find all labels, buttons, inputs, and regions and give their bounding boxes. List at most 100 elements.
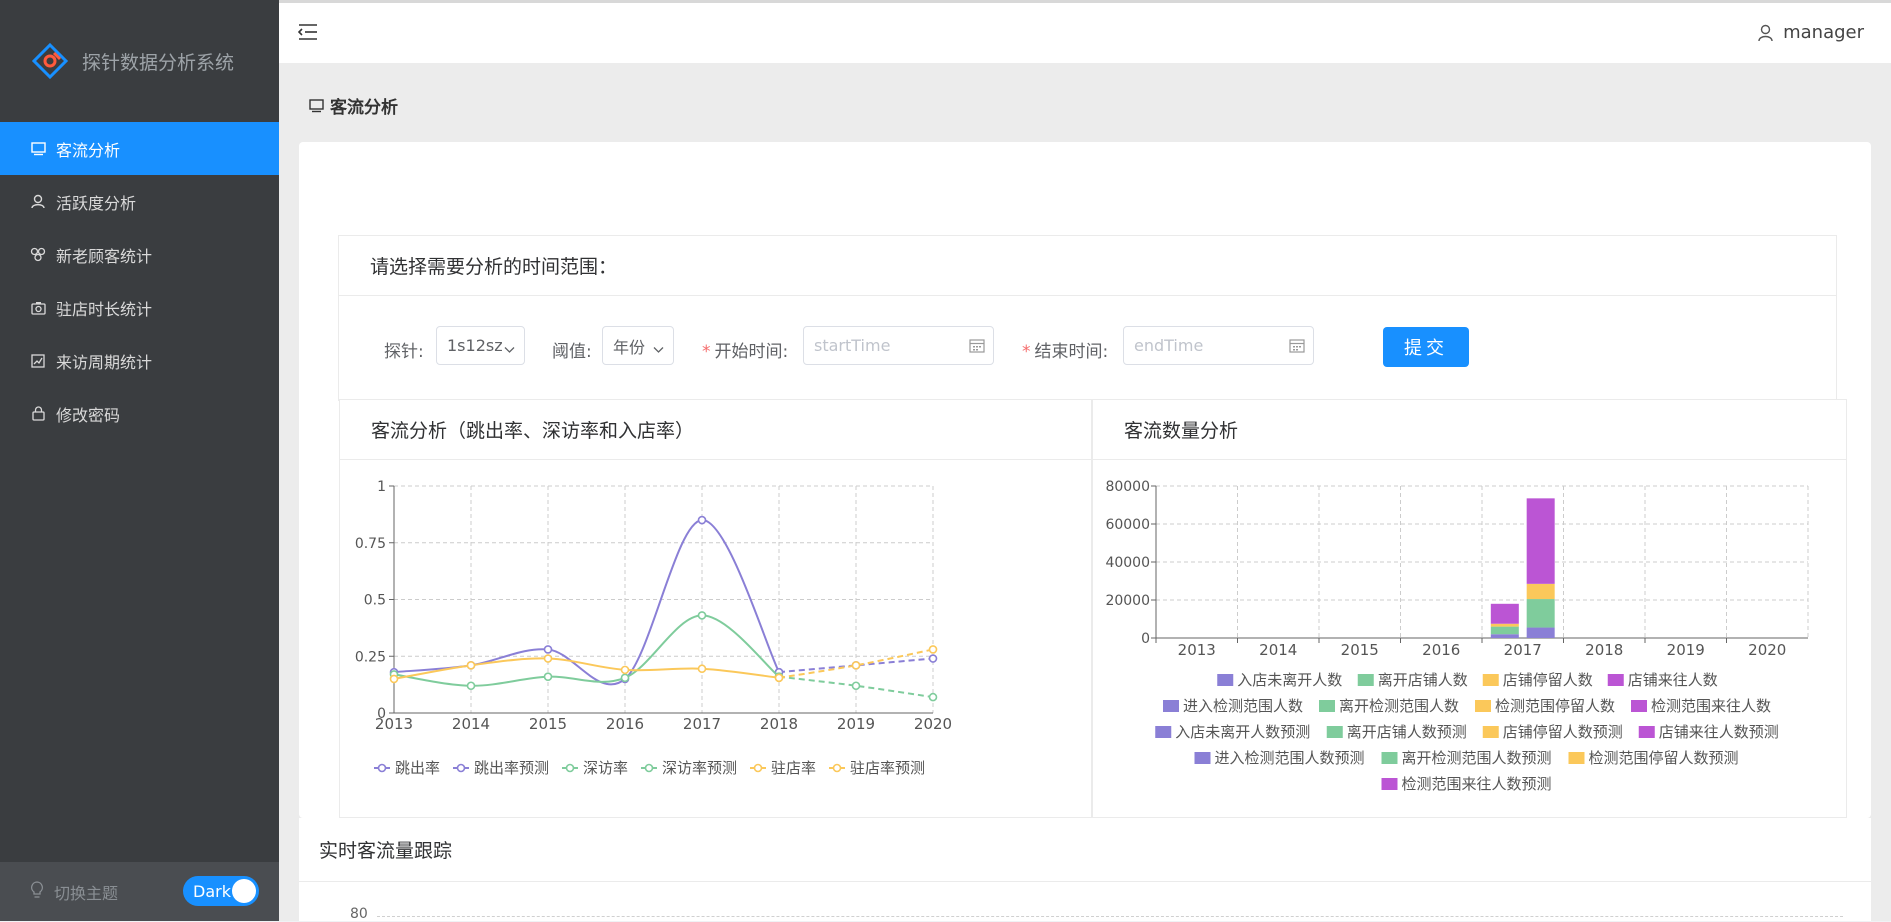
bar-segment — [1526, 498, 1555, 584]
bar-segment — [1526, 627, 1555, 638]
counts-chart-card: 客流数量分析 0 20000 40000 60000 80000 2013 2014 2015… — [1092, 399, 1847, 818]
legend-swatch — [1163, 700, 1179, 712]
legend-label: 深访率预测 — [662, 759, 737, 777]
legend-swatch — [1638, 726, 1655, 738]
data-point — [543, 672, 553, 681]
required-mark: * — [1022, 342, 1031, 362]
legend-swatch — [1631, 700, 1647, 712]
bar-segment — [1490, 626, 1519, 635]
legend-swatch — [1357, 674, 1374, 686]
monitor-icon — [30, 141, 46, 157]
data-point — [543, 654, 553, 663]
probe-label: 探针: — [384, 342, 424, 362]
legend-label: 入店未离开人数预测 — [1175, 723, 1310, 741]
chevron-down-icon — [653, 339, 664, 358]
monitor-icon — [309, 98, 324, 112]
sidebar-item-label: 修改密码 — [56, 405, 121, 425]
data-point — [697, 515, 707, 525]
start-time-input[interactable]: startTime — [803, 326, 994, 365]
realtime-card: 实时客流量跟踪 80 — [299, 818, 1871, 922]
sidebar-item-visit-cycle[interactable]: 来访周期统计 — [0, 334, 279, 387]
sidebar-item-label: 来访周期统计 — [56, 352, 153, 372]
data-point — [774, 673, 784, 683]
menu-fold-icon[interactable] — [297, 23, 318, 45]
series-line — [393, 657, 780, 680]
sidebar-item-traffic-analysis[interactable]: 客流分析 — [0, 122, 279, 175]
submit-button[interactable]: 提交 — [1383, 327, 1469, 367]
x-tick-label: 2020 — [1748, 641, 1786, 659]
legend-label: 驻店率 — [771, 759, 816, 777]
sidebar-item-label: 活跃度分析 — [56, 193, 137, 213]
toggle-knob — [232, 879, 256, 903]
end-time-placeholder: endTime — [1134, 336, 1204, 355]
x-tick-label: 2017 — [683, 715, 721, 733]
breadcrumb: 客流分析 — [309, 93, 398, 118]
legend-label: 离开检测范围人数 — [1339, 697, 1459, 715]
legend-label: 店铺停留人数预测 — [1503, 723, 1623, 741]
sidebar-item-new-old-customers[interactable]: 新老顾客统计 — [0, 228, 279, 281]
data-point — [697, 611, 707, 620]
theme-toggle-label: Dark — [193, 881, 231, 901]
data-point — [851, 661, 861, 670]
legend-swatch — [1381, 778, 1398, 790]
sidebar-menu: 客流分析 活跃度分析 新老顾客统计 驻店时长统计 来访周期统计 修改密码 — [0, 122, 279, 440]
rates-chart-title: 客流分析（跳出率、深访率和入店率） — [340, 400, 1091, 460]
probe-value: 1s12sz — [447, 336, 503, 355]
x-tick-label: 2020 — [914, 715, 952, 733]
end-time-input[interactable]: endTime — [1123, 326, 1314, 365]
sidebar-item-activity-analysis[interactable]: 活跃度分析 — [0, 175, 279, 228]
probe-select[interactable]: 1s12sz — [436, 326, 525, 365]
chevron-down-icon — [504, 339, 515, 358]
sidebar-item-dwell-time[interactable]: 驻店时长统计 — [0, 281, 279, 334]
legend-label: 进入检测范围人数 — [1183, 697, 1303, 715]
x-tick-label: 2014 — [1259, 641, 1297, 659]
realtime-gridline — [377, 916, 1843, 917]
legend-swatch — [1568, 752, 1585, 764]
main-content: 客流分析 请选择需要分析的时间范围： 探针: 1s12sz 阈值: 年份 * 开始… — [279, 63, 1891, 922]
legend-swatch — [1482, 674, 1499, 686]
realtime-title: 实时客流量跟踪 — [299, 818, 1871, 882]
y-tick-label: 0 — [1141, 631, 1150, 647]
legend-label: 离开店铺人数 — [1378, 671, 1468, 689]
x-tick-label: 2019 — [1667, 641, 1705, 659]
legend-label: 检测范围来往人数预测 — [1402, 775, 1552, 793]
lightbulb-icon — [30, 880, 44, 903]
x-tick-label: 2015 — [1341, 641, 1379, 659]
data-point — [389, 674, 399, 684]
legend-label: 店铺停留人数 — [1503, 671, 1593, 689]
bar-segment — [1490, 623, 1519, 627]
user-menu[interactable]: manager — [1758, 22, 1864, 43]
theme-switcher: 切换主题 Dark — [0, 862, 279, 921]
legend-label: 跳出率 — [395, 759, 440, 777]
legend-label: 检测范围停留人数 — [1495, 697, 1615, 715]
camera-icon — [30, 300, 46, 316]
theme-label: 切换主题 — [54, 883, 119, 903]
calendar-icon — [969, 338, 985, 357]
x-tick-label: 2013 — [1178, 641, 1216, 659]
threshold-select[interactable]: 年份 — [602, 326, 674, 365]
start-time-label: * 开始时间: — [702, 337, 788, 362]
legend-marker — [565, 763, 575, 773]
data-point — [928, 692, 938, 702]
user-icon — [1758, 24, 1773, 41]
legend-label: 离开店铺人数预测 — [1347, 723, 1467, 741]
cluster-icon — [30, 247, 46, 263]
app-logo: 探针数据分析系统 — [0, 0, 279, 122]
legend-label: 店铺来往人数 — [1628, 671, 1718, 689]
series-line — [393, 614, 780, 687]
legend-swatch — [1217, 674, 1234, 686]
y-tick-label: 20000 — [1105, 593, 1150, 609]
y-tick-label: 80000 — [1105, 479, 1150, 495]
app-title: 探针数据分析系统 — [82, 51, 235, 74]
legend-marker — [377, 763, 387, 773]
sidebar: 探针数据分析系统 客流分析 活跃度分析 新老顾客统计 驻店时长统计 来访周期统计… — [0, 0, 279, 921]
sidebar-item-change-password[interactable]: 修改密码 — [0, 387, 279, 440]
bar-segment — [1490, 603, 1519, 624]
x-tick-label: 2016 — [606, 715, 644, 733]
user-icon — [30, 194, 46, 210]
legend-label: 入店未离开人数 — [1237, 671, 1342, 689]
top-bar: manager — [279, 0, 1891, 63]
legend-label: 驻店率预测 — [850, 759, 925, 777]
y-tick-label: 40000 — [1105, 555, 1150, 571]
theme-toggle[interactable]: Dark — [183, 876, 259, 906]
